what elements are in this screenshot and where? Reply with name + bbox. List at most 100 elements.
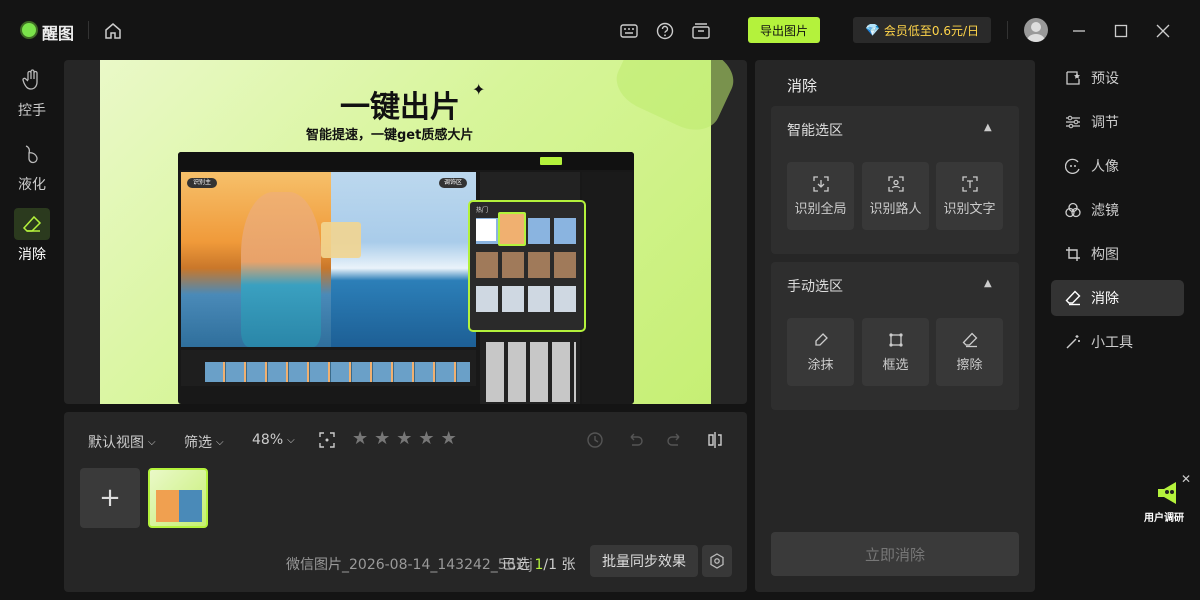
rating-stars[interactable]: ★ ★ ★ ★ ★ (352, 428, 457, 449)
nav-label: 调节 (1091, 115, 1119, 131)
help-icon[interactable] (654, 20, 676, 42)
eraser-icon (1065, 290, 1081, 306)
mock-export (540, 157, 562, 165)
mock-photo: 识别主 调饰区 (181, 172, 476, 347)
selected-count: 已选 1/1 张 (502, 554, 575, 574)
mock-titlebar (178, 152, 634, 170)
manual-section: 手动选区 ▲ 涂抹 框选 擦除 (771, 262, 1019, 410)
detect-all-button[interactable]: 识别全局 (787, 162, 854, 230)
app-logo-icon (22, 23, 36, 37)
fit-screen-icon[interactable] (318, 431, 336, 449)
collapse-icon[interactable]: ▲ (984, 122, 992, 133)
mock-btn-right: 调饰区 (439, 178, 468, 188)
megaphone-icon[interactable] (1154, 480, 1186, 506)
erase-button[interactable]: 擦除 (936, 318, 1003, 386)
detect-person-button[interactable]: 识别路人 (862, 162, 929, 230)
undo-icon[interactable] (626, 431, 644, 449)
tool-label: 控手 (18, 103, 46, 119)
brush-button[interactable]: 涂抹 (787, 318, 854, 386)
filter-dropdown[interactable]: 筛选 ⌵ (184, 432, 224, 452)
nav-filter[interactable]: 滤镜 (1051, 192, 1184, 228)
poster-subtitle: 智能提速，一键get质感大片 (306, 128, 474, 143)
sparkle-icon: ✦ (472, 80, 486, 99)
smart-section: 智能选区 ▲ 识别全局 识别路人 识别文字 (771, 106, 1019, 254)
bottom-panel: 默认视图 ⌵ 筛选 ⌵ 48% ⌵ ★ ★ ★ ★ ★ + 微信图片_2026-08-14_1… (64, 412, 747, 592)
vip-button[interactable]: 💎 会员低至0.6元/日 (853, 17, 991, 43)
compare-icon[interactable] (706, 431, 724, 449)
zoom-value: 48% (252, 432, 284, 448)
poster-image: 一键出片 ✦ 智能提速，一键get质感大片 识别主 调饰区 热门 (100, 60, 742, 404)
settings-button[interactable] (702, 545, 732, 577)
button-label: 识别文字 (943, 201, 996, 217)
box-select-icon (888, 332, 903, 347)
avatar[interactable] (1024, 18, 1048, 42)
mock-nav (582, 172, 632, 404)
scan-text-icon (961, 175, 978, 192)
star-icon[interactable]: ★ (374, 428, 390, 449)
home-icon[interactable] (102, 20, 124, 42)
nav-label: 滤镜 (1091, 203, 1119, 219)
view-label: 默认视图 (88, 435, 144, 451)
star-icon[interactable]: ★ (352, 428, 368, 449)
magic-wand-icon (1066, 335, 1080, 349)
batch-sync-button[interactable]: 批量同步效果 (590, 545, 698, 577)
button-label: 识别路人 (869, 201, 922, 217)
tool-label: 液化 (18, 177, 46, 193)
mock-popup-title: 热门 (476, 207, 489, 214)
button-label: 擦除 (956, 357, 983, 373)
eraser-icon (14, 208, 50, 240)
tool-hand[interactable]: 控手 (0, 64, 64, 120)
tool-eraser[interactable]: 消除 (0, 208, 64, 264)
button-label: 识别全局 (794, 201, 847, 217)
filename: 微信图片_2026-08-14_143242_561.j (286, 557, 533, 573)
nav-preset[interactable]: 预设 (1051, 60, 1184, 96)
scan-all-icon (812, 175, 829, 192)
nav-label: 预设 (1091, 71, 1119, 87)
minimize-icon[interactable] (1068, 20, 1090, 42)
nav-adjust[interactable]: 调节 (1051, 104, 1184, 140)
nav-label: 小工具 (1091, 335, 1133, 351)
filter-label: 筛选 (184, 435, 212, 451)
title-divider (88, 21, 89, 39)
detect-text-button[interactable]: 识别文字 (936, 162, 1003, 230)
nav-portrait[interactable]: 人像 (1051, 148, 1184, 184)
nav-erase[interactable]: 消除 (1051, 280, 1184, 316)
mock-filmstrip (181, 350, 476, 386)
maximize-icon[interactable] (1110, 20, 1132, 42)
thumbnail[interactable] (148, 468, 208, 528)
title-bar (0, 0, 1200, 60)
mock-filter-popup: 热门 (468, 200, 586, 332)
zoom-dropdown[interactable]: 48% ⌵ (252, 432, 295, 448)
poster-title: 一键出片 (340, 90, 460, 125)
tool-liquify[interactable]: 液化 (0, 138, 64, 194)
selected-suffix: /1 张 (543, 557, 576, 573)
selected-prefix: 已选 (502, 557, 535, 573)
vip-label: 会员低至0.6元/日 (883, 23, 980, 38)
button-label: 框选 (882, 357, 909, 373)
history-icon[interactable] (586, 431, 604, 449)
canvas-area[interactable]: 一键出片 ✦ 智能提速，一键get质感大片 识别主 调饰区 热门 (64, 60, 747, 404)
keyboard-icon[interactable] (618, 20, 640, 42)
add-image-button[interactable]: + (80, 468, 140, 528)
collapse-icon[interactable]: ▲ (984, 278, 992, 289)
apply-erase-button[interactable]: 立即消除 (771, 532, 1019, 576)
redo-icon[interactable] (666, 431, 684, 449)
star-icon[interactable]: ★ (396, 428, 412, 449)
close-icon[interactable] (1152, 20, 1174, 42)
smart-title: 智能选区 (787, 123, 843, 139)
nav-tools[interactable]: 小工具 (1051, 324, 1184, 360)
mock-btn-left: 识别主 (187, 178, 218, 188)
view-dropdown[interactable]: 默认视图 ⌵ (88, 432, 156, 452)
survey-label[interactable]: 用户调研 (1144, 509, 1184, 524)
box-select-button[interactable]: 框选 (862, 318, 929, 386)
star-icon[interactable]: ★ (418, 428, 434, 449)
crop-icon (1066, 247, 1080, 261)
button-label: 涂抹 (807, 357, 834, 373)
tool-label: 消除 (18, 247, 46, 263)
export-button[interactable]: 导出图片 (748, 17, 820, 43)
chevron-down-icon: ⌵ (148, 436, 156, 448)
star-icon[interactable]: ★ (441, 428, 457, 449)
toolbox-icon[interactable] (690, 20, 712, 42)
nav-crop[interactable]: 构图 (1051, 236, 1184, 272)
decor-shape (608, 60, 742, 140)
